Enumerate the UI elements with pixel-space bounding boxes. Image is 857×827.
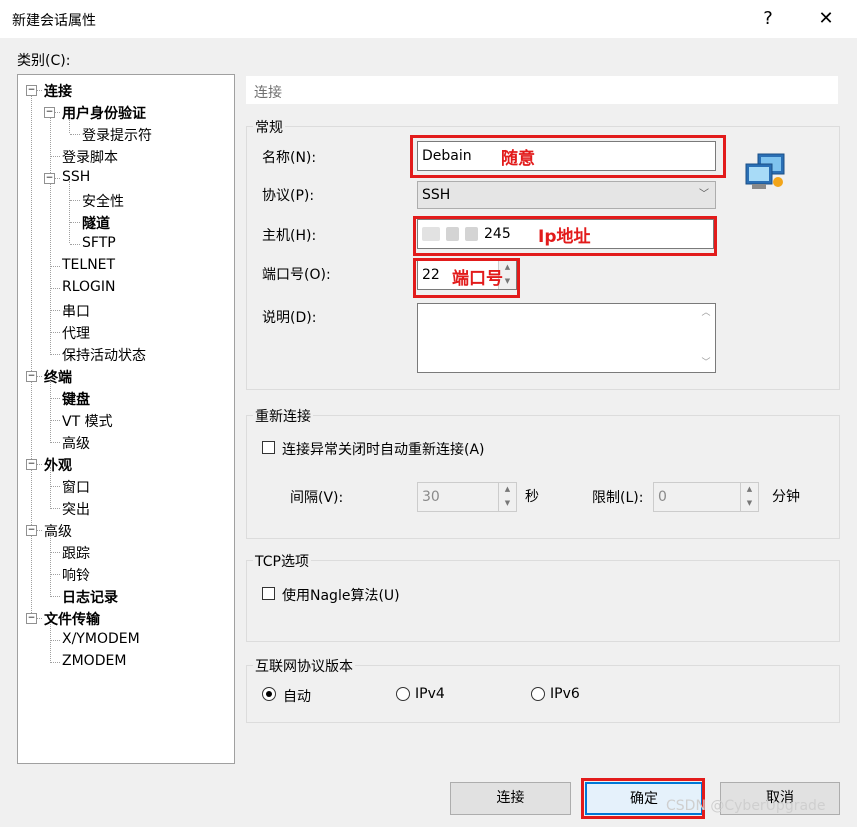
tree-collapse-toggle[interactable]: − <box>26 613 37 624</box>
tree-item[interactable]: 跟踪 <box>62 543 90 563</box>
host-value: 245 <box>484 226 511 242</box>
ipversion-group-title: 互联网协议版本 <box>253 656 355 676</box>
nagle-checkbox[interactable] <box>262 587 275 600</box>
title-bar: 新建会话属性 ? ✕ <box>0 0 857 38</box>
tree-item[interactable]: 保持活动状态 <box>62 345 146 365</box>
protocol-select[interactable]: SSH ﹀ <box>417 181 716 209</box>
nagle-label[interactable]: 使用Nagle算法(U) <box>282 585 400 605</box>
tree-item[interactable]: 日志记录 <box>62 587 118 607</box>
tree-item[interactable]: 高级 <box>62 433 90 453</box>
port-value: 22 <box>422 267 440 283</box>
ipv4-radio[interactable] <box>396 687 410 701</box>
reconnect-group-title: 重新连接 <box>253 406 313 426</box>
annotation-port: 端口号 <box>452 269 503 289</box>
protocol-label: 协议(P): <box>262 188 315 204</box>
limit-label: 限制(L): <box>592 490 644 506</box>
tree-item[interactable]: 键盘 <box>62 389 90 409</box>
tree-collapse-toggle[interactable]: − <box>26 85 37 96</box>
interval-input[interactable]: 30 ▲ ▼ <box>417 482 517 512</box>
limit-spinner[interactable]: ▲ ▼ <box>740 483 758 511</box>
panel-header-text: 连接 <box>254 85 282 101</box>
tree-item[interactable]: 窗口 <box>62 477 90 497</box>
ip-auto-label[interactable]: 自动 <box>283 686 311 706</box>
interval-unit: 秒 <box>525 489 539 505</box>
tree-item[interactable]: 隧道 <box>82 213 110 233</box>
panel-header: 连接 <box>246 76 838 104</box>
tree-collapse-toggle[interactable]: − <box>26 525 37 536</box>
host-label: 主机(H): <box>262 228 317 244</box>
session-computer-icon <box>744 152 788 192</box>
desc-textarea[interactable]: ︿ ﹀ <box>417 303 716 373</box>
interval-spinner[interactable]: ▲ ▼ <box>498 483 516 511</box>
annotation-host: Ip地址 <box>538 227 591 247</box>
tree-item[interactable]: TELNET <box>62 257 115 273</box>
chevron-down-icon: ﹀ <box>699 189 709 200</box>
tree-item[interactable]: SSH <box>62 169 90 185</box>
reconnect-group <box>246 415 840 539</box>
tree-item[interactable]: 安全性 <box>82 191 124 211</box>
port-label: 端口号(O): <box>262 267 331 283</box>
category-tree[interactable]: 连接 − 用户身份验证 − 登录提示符 登录脚本 SSH − 安全性 隧道 SFTP TELNET RL… <box>17 74 235 764</box>
tree-collapse-toggle[interactable]: − <box>26 371 37 382</box>
auto-reconnect-label[interactable]: 连接异常关闭时自动重新连接(A) <box>282 439 485 459</box>
watermark: CSDN @CyberUpgrade <box>666 798 826 814</box>
desc-label: 说明(D): <box>262 310 317 326</box>
tree-item[interactable]: 用户身份验证 <box>62 103 146 123</box>
ipv4-label[interactable]: IPv4 <box>415 686 445 702</box>
name-value: Debain <box>422 148 472 164</box>
tree-item[interactable]: 登录提示符 <box>82 125 152 145</box>
limit-value: 0 <box>658 489 667 505</box>
tree-item[interactable]: 代理 <box>62 323 90 343</box>
tcp-group-title: TCP选项 <box>253 551 311 571</box>
tree-item[interactable]: 文件传输 <box>44 609 100 629</box>
tree-item[interactable]: VT 模式 <box>62 411 113 431</box>
annotation-name: 随意 <box>501 149 535 169</box>
tree-collapse-toggle[interactable]: − <box>26 459 37 470</box>
interval-value: 30 <box>422 489 440 505</box>
category-label: 类别(C): <box>17 53 71 69</box>
ipv6-label[interactable]: IPv6 <box>550 686 580 702</box>
connect-button[interactable]: 连接 <box>450 782 571 815</box>
limit-input[interactable]: 0 ▲ ▼ <box>653 482 759 512</box>
tree-item[interactable]: 外观 <box>44 455 72 475</box>
protocol-value: SSH <box>422 187 451 203</box>
auto-reconnect-checkbox[interactable] <box>262 441 275 454</box>
name-label: 名称(N): <box>262 150 317 166</box>
tree-item[interactable]: X/YMODEM <box>62 631 140 647</box>
tree-item[interactable]: 登录脚本 <box>62 147 118 167</box>
tree-item[interactable]: SFTP <box>82 235 116 251</box>
window-title: 新建会话属性 <box>12 13 96 29</box>
ipv6-radio[interactable] <box>531 687 545 701</box>
ip-auto-radio[interactable] <box>262 687 276 701</box>
tree-collapse-toggle[interactable]: − <box>44 107 55 118</box>
tree-collapse-toggle[interactable]: − <box>44 173 55 184</box>
close-button[interactable]: ✕ <box>806 6 846 32</box>
general-group-title: 常规 <box>253 117 285 137</box>
name-input[interactable]: Debain <box>417 141 716 171</box>
tree-item[interactable]: 突出 <box>62 499 90 519</box>
host-redacted <box>422 227 440 241</box>
tree-item[interactable]: 连接 <box>44 81 72 101</box>
desc-scrollbar[interactable]: ︿ ﹀ <box>697 304 715 372</box>
interval-label: 间隔(V): <box>290 490 344 506</box>
help-button[interactable]: ? <box>748 6 788 32</box>
tree-item[interactable]: 终端 <box>44 367 72 387</box>
limit-unit: 分钟 <box>772 489 800 505</box>
tree-item[interactable]: RLOGIN <box>62 279 116 295</box>
tree-item[interactable]: 串口 <box>62 301 90 321</box>
tree-item[interactable]: 响铃 <box>62 565 90 585</box>
tree-item[interactable]: 高级 <box>44 521 72 541</box>
tree-item[interactable]: ZMODEM <box>62 653 126 669</box>
